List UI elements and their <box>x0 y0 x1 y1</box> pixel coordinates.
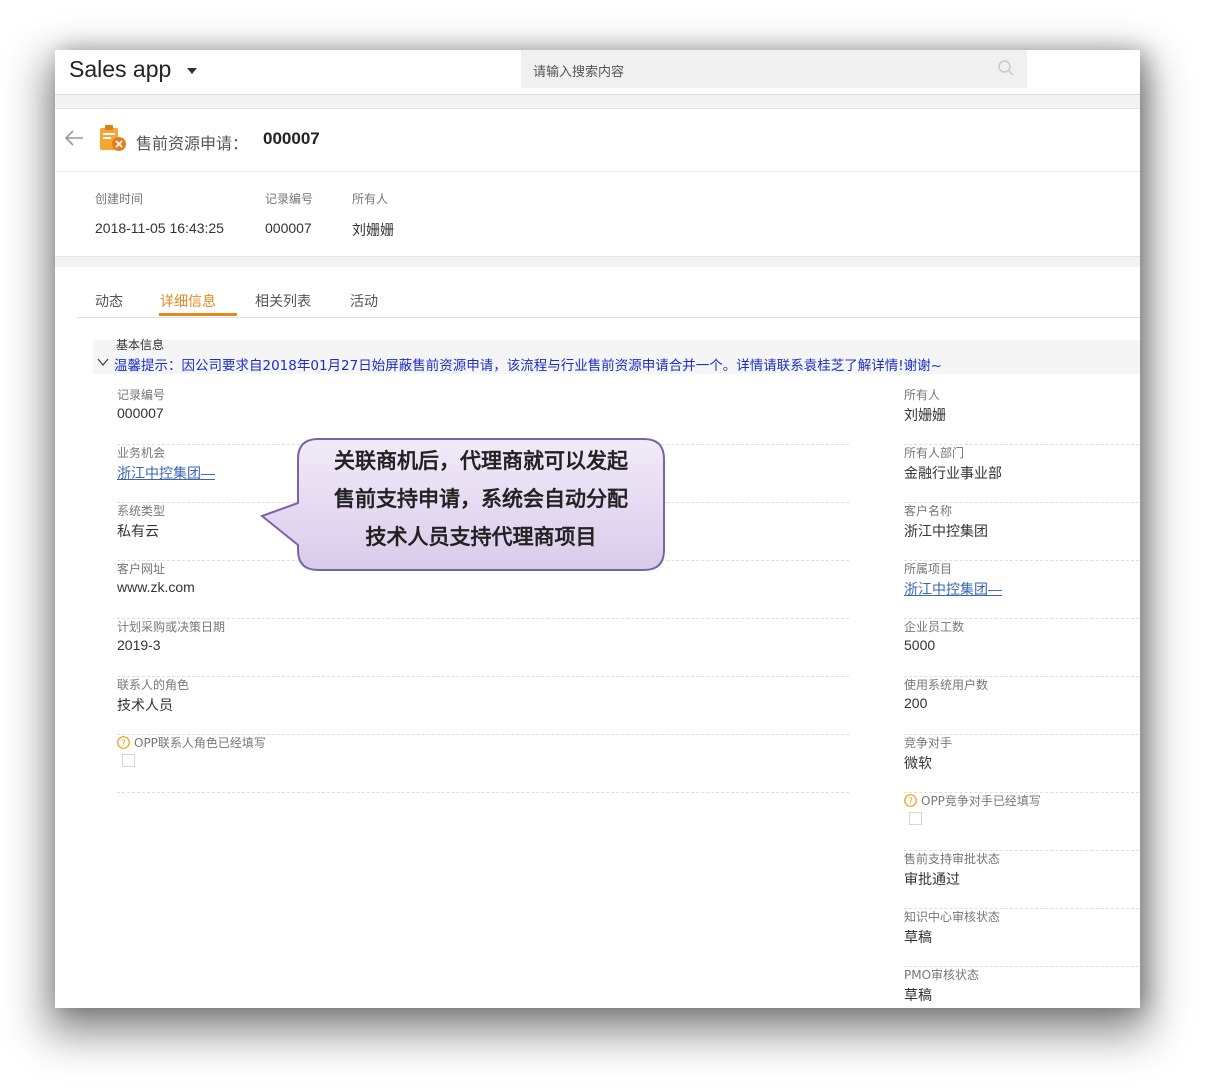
notice-text: 温馨提示：因公司要求自2018年01月27日始屏蔽售前资源申请，该流程与行业售前… <box>114 358 942 374</box>
owner-value: 刘姗姗 <box>352 222 394 238</box>
field-value: 2019-3 <box>117 637 161 653</box>
field-customer-name: 客户名称 浙江中控集团 <box>904 502 1140 561</box>
field-customer-website: 客户网址 www.zk.com <box>117 560 849 619</box>
field-value: 草稿 <box>904 987 932 1003</box>
opp-competitor-checkbox[interactable] <box>909 812 922 825</box>
svg-text:?: ? <box>121 739 126 749</box>
clipboard-icon <box>100 125 126 151</box>
field-label-wrap: ? OPP竞争对手已经填写 <box>904 792 1041 809</box>
field-label: PMO审核状态 <box>904 968 980 982</box>
field-label: 知识中心审核状态 <box>904 910 1001 924</box>
field-value: 200 <box>904 695 928 711</box>
field-label: 所有人 <box>904 388 941 402</box>
created-time-value: 2018-11-05 16:43:25 <box>95 220 224 236</box>
tab-details[interactable]: 详细信息 <box>160 291 216 311</box>
project-link[interactable]: 浙江中控集团— <box>904 579 1002 599</box>
record-id-value: 000007 <box>265 220 312 236</box>
field-value: 金融行业事业部 <box>904 465 1002 481</box>
field-label: 计划采购或决策日期 <box>117 620 226 634</box>
top-bar: Sales app 请输入搜索内容 <box>55 50 1140 95</box>
field-label: OPP竞争对手已经填写 <box>921 794 1041 808</box>
field-label: 所有人部门 <box>904 446 965 460</box>
callout-line-3: 技术人员支持代理商项目 <box>365 525 597 549</box>
field-contact-role: 联系人的角色 技术人员 <box>117 676 849 735</box>
opp-contact-role-checkbox[interactable] <box>122 754 135 767</box>
record-type-label: 售前资源申请： <box>136 134 249 153</box>
field-label: 记录编号 <box>117 388 166 402</box>
field-pmo-review-status: PMO审核状态 草稿 <box>904 966 1140 1008</box>
field-value: 5000 <box>904 637 936 653</box>
owner-label: 所有人 <box>352 192 389 206</box>
field-value: 000007 <box>117 405 164 421</box>
svg-text:?: ? <box>908 797 913 807</box>
field-value: 刘姗姗 <box>904 407 946 423</box>
field-value: 审批通过 <box>904 871 960 887</box>
field-label: 业务机会 <box>117 446 166 460</box>
field-employee-count: 企业员工数 5000 <box>904 618 1140 677</box>
field-label: 客户网址 <box>117 562 166 576</box>
field-owner: 所有人 刘姗姗 <box>904 386 1140 445</box>
field-label: 竞争对手 <box>904 736 953 750</box>
app-switcher-caret-icon[interactable] <box>187 68 197 74</box>
tab-activities[interactable]: 活动 <box>350 291 378 311</box>
field-value: www.zk.com <box>117 579 195 595</box>
field-owner-department: 所有人部门 金融行业事业部 <box>904 444 1140 503</box>
callout-line-2: 售前支持申请，系统会自动分配 <box>334 487 628 511</box>
tab-bar: 动态 详细信息 相关列表 活动 <box>77 267 1140 318</box>
arrow-left-icon[interactable] <box>63 127 85 149</box>
field-label-wrap: ? OPP联系人角色已经填写 <box>117 734 266 751</box>
field-opp-competitor-filled: ? OPP竞争对手已经填写 <box>904 792 1140 851</box>
field-value: 浙江中控集团 <box>904 523 988 539</box>
field-competitor: 竞争对手 微软 <box>904 734 1140 793</box>
field-presales-approval-status: 售前支持审批状态 审批通过 <box>904 850 1140 909</box>
record-id-label: 记录编号 <box>265 192 314 206</box>
tab-related-lists[interactable]: 相关列表 <box>255 291 311 311</box>
field-record-id: 记录编号 000007 <box>117 386 849 445</box>
question-circle-icon[interactable]: ? <box>904 794 917 807</box>
field-project: 所属项目 浙江中控集团— <box>904 560 1140 619</box>
active-tab-indicator <box>159 313 237 316</box>
field-purchase-date: 计划采购或决策日期 2019-3 <box>117 618 849 677</box>
field-label: 所属项目 <box>904 562 953 576</box>
field-system-users: 使用系统用户数 200 <box>904 676 1140 735</box>
record-number: 000007 <box>263 129 320 148</box>
opportunity-link[interactable]: 浙江中控集团— <box>117 463 215 483</box>
question-circle-icon[interactable]: ? <box>117 736 130 749</box>
field-value: 微软 <box>904 755 932 771</box>
field-label: 企业员工数 <box>904 620 965 634</box>
field-value: 私有云 <box>117 523 159 539</box>
section-title: 基本信息 <box>116 338 165 352</box>
app-title[interactable]: Sales app <box>69 56 171 83</box>
field-label: 联系人的角色 <box>117 678 190 692</box>
callout-text: 关联商机后，代理商就可以发起 售前支持申请，系统会自动分配 技术人员支持代理商项… <box>300 442 662 556</box>
search-box[interactable]: 请输入搜索内容 <box>521 50 1027 88</box>
field-label: OPP联系人角色已经填写 <box>134 736 266 750</box>
field-value: 草稿 <box>904 929 932 945</box>
field-value: 技术人员 <box>117 697 173 713</box>
created-time-label: 创建时间 <box>95 192 144 206</box>
record-header: 售前资源申请： 000007 创建时间 2018-11-05 16:43:25 … <box>55 108 1140 257</box>
field-label: 售前支持审批状态 <box>904 852 1001 866</box>
search-icon[interactable] <box>997 59 1015 77</box>
field-label: 系统类型 <box>117 504 166 518</box>
field-knowledge-review-status: 知识中心审核状态 草稿 <box>904 908 1140 967</box>
chevron-down-icon[interactable] <box>97 357 109 367</box>
callout-line-1: 关联商机后，代理商就可以发起 <box>334 449 628 473</box>
tab-activity-feed[interactable]: 动态 <box>95 291 123 311</box>
field-opp-contact-role-filled: ? OPP联系人角色已经填写 <box>117 734 849 793</box>
field-label: 使用系统用户数 <box>904 678 989 692</box>
search-placeholder[interactable]: 请输入搜索内容 <box>533 61 624 80</box>
field-label: 客户名称 <box>904 504 953 518</box>
header-divider <box>55 171 1140 172</box>
